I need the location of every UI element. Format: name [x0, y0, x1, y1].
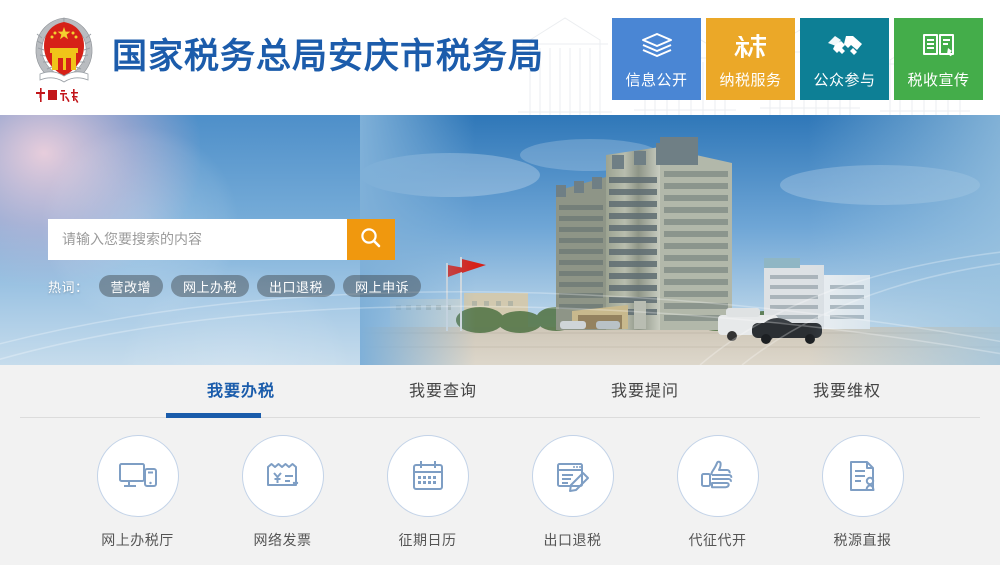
monitor-mobile-icon [96, 435, 179, 517]
nav-tile-label: 信息公开 [625, 70, 688, 89]
nav-tile-label: 纳税服务 [719, 70, 782, 89]
service-label: 网络发票 [253, 533, 312, 549]
books-stack-icon [639, 29, 675, 63]
service-item-chukou-tuishui[interactable]: 出口退税 [531, 435, 614, 550]
service-label: 出口退税 [543, 533, 602, 549]
search-box [48, 219, 395, 260]
service-label: 征期日历 [398, 533, 457, 549]
site-header: 国家税务总局安庆市税务局 信息公开 纳税服务 公众参与 税收宣传 [0, 0, 1000, 115]
search-button[interactable] [347, 219, 395, 260]
tab-wo-yao-ban-shui[interactable]: 我要办税 [140, 377, 342, 415]
service-item-daizheng-daikai[interactable]: 代征代开 [676, 435, 759, 550]
form-pencil-icon [531, 435, 614, 517]
search-input[interactable] [48, 219, 347, 260]
hotwords-row: 热词： 营改增 网上办税 出口退税 网上申诉 [48, 275, 422, 297]
hotwords-label: 热词： [48, 280, 89, 296]
service-label: 代征代开 [688, 533, 747, 549]
hero-banner: 热词： 营改增 网上办税 出口退税 网上申诉 [0, 115, 1000, 365]
nav-tile-xinxigongkai[interactable]: 信息公开 [612, 18, 701, 100]
document-stamp-icon [821, 435, 904, 517]
handshake-icon [826, 29, 864, 63]
tab-wo-yao-wei-quan[interactable]: 我要维权 [746, 377, 948, 415]
service-item-shuiyuan-zhibao[interactable]: 税源直报 [821, 435, 904, 550]
nav-tile-label: 公众参与 [813, 70, 876, 89]
thumbs-up-hand-icon [676, 435, 759, 517]
calendar-icon [386, 435, 469, 517]
nav-tile-shuishouxuanchuan[interactable]: 税收宣传 [894, 18, 983, 100]
tab-wo-yao-ti-wen[interactable]: 我要提问 [544, 377, 746, 415]
tabs-divider [20, 417, 980, 418]
hotword-tag-2[interactable]: 网上办税 [171, 275, 250, 297]
service-item-wangluo-fapiao[interactable]: 网络发票 [241, 435, 324, 550]
page-title: 国家税务总局安庆市税务局 [112, 36, 545, 77]
service-item-wangshang-banshuiting[interactable]: 网上办税厅 [96, 435, 179, 550]
services-section: 我要办税 我要查询 我要提问 我要维权 网上办税厅 网络发票 征期日历 出口退税… [0, 365, 1000, 565]
service-items-row: 网上办税厅 网络发票 征期日历 出口退税 代征代开 税源直报 [0, 435, 1000, 550]
invoice-yuan-icon [241, 435, 324, 517]
tax-character-icon [733, 29, 768, 63]
hero-search: 热词： 营改增 网上办税 出口退税 网上申诉 [48, 219, 422, 297]
nav-tile-nashuifuwu[interactable]: 纳税服务 [706, 18, 795, 100]
header-nav-tiles: 信息公开 纳税服务 公众参与 税收宣传 [612, 18, 983, 100]
hotword-tag-1[interactable]: 营改增 [98, 275, 164, 297]
active-tab-indicator [166, 413, 261, 418]
service-item-zhengqi-rili[interactable]: 征期日历 [386, 435, 469, 550]
hero-building-photo [360, 115, 1000, 365]
tab-wo-yao-cha-xun[interactable]: 我要查询 [342, 377, 544, 415]
nav-tile-gongzhongcanyu[interactable]: 公众参与 [800, 18, 889, 100]
hotword-tag-4[interactable]: 网上申诉 [343, 275, 422, 297]
service-label: 税源直报 [833, 533, 892, 549]
china-tax-emblem [28, 8, 100, 106]
service-label: 网上办税厅 [101, 533, 174, 549]
search-icon [359, 226, 383, 253]
hotword-tag-3[interactable]: 出口退税 [257, 275, 336, 297]
nav-tile-label: 税收宣传 [907, 70, 970, 89]
open-book-icon [921, 29, 957, 63]
brand[interactable]: 国家税务总局安庆市税务局 [28, 8, 544, 106]
services-tabs: 我要办税 我要查询 我要提问 我要维权 [0, 365, 1000, 418]
